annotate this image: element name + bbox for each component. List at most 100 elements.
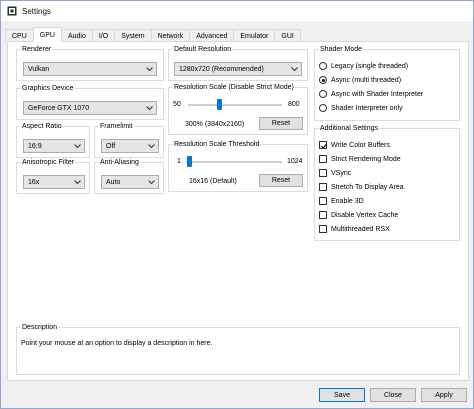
scale-threshold-min: 1 [177, 158, 181, 165]
graphics-device-title: Graphics Device [21, 84, 75, 93]
option-label: Enable 3D [331, 197, 364, 205]
radio-button-selected[interactable] [319, 76, 327, 84]
anti-aliasing-combo[interactable]: Auto [101, 175, 159, 189]
slider-thumb[interactable] [217, 99, 222, 110]
slider-track [188, 104, 282, 106]
option-label: Stretch To Display Area [331, 183, 404, 191]
shader-mode-title: Shader Mode [319, 45, 364, 54]
aspect-ratio-group: Aspect Ratio 16:9 [16, 122, 90, 158]
default-resolution-title: Default Resolution [173, 45, 233, 54]
footer-bar: Save Close Apply [1, 385, 473, 408]
renderer-combo[interactable]: Vulkan [23, 62, 157, 76]
resolution-scale-slider[interactable] [188, 99, 282, 111]
stretch-display-option[interactable]: Stretch To Display Area [319, 183, 404, 191]
strict-rendering-mode-option[interactable]: Strict Rendering Mode [319, 155, 401, 163]
default-resolution-combo[interactable]: 1280x720 (Recommended) [174, 62, 302, 76]
multithreaded-rsx-option[interactable]: Multithreaded RSX [319, 225, 390, 233]
anti-aliasing-value: Auto [106, 178, 121, 186]
anti-aliasing-title: Anti-Aliasing [99, 158, 140, 167]
scale-threshold-reset-button[interactable]: Reset [259, 174, 303, 187]
gpu-panel: Renderer Vulkan Graphics Device GeForce … [7, 41, 469, 381]
chevron-down-icon [74, 180, 81, 185]
resolution-scale-min: 50 [173, 101, 181, 108]
anti-aliasing-group: Anti-Aliasing Auto [94, 158, 164, 194]
title-bar[interactable]: Settings [1, 1, 473, 21]
radio-button[interactable] [319, 62, 327, 70]
scale-threshold-title: Resolution Scale Threshold [173, 140, 261, 149]
option-label: Write Color Buffers [331, 141, 390, 149]
slider-track [186, 161, 282, 163]
framelimit-combo[interactable]: Off [101, 139, 159, 153]
radio-button[interactable] [319, 90, 327, 98]
save-button[interactable]: Save [319, 388, 365, 402]
additional-settings-title: Additional Settings [319, 124, 379, 133]
shader-mode-option-label: Async (multi threaded) [331, 76, 402, 84]
shader-mode-option-label: Async with Shader Interpreter [331, 90, 424, 98]
checkbox[interactable] [319, 211, 327, 219]
resolution-scale-reset-button[interactable]: Reset [259, 117, 303, 130]
aspect-ratio-title: Aspect Ratio [21, 122, 63, 131]
option-label: Multithreaded RSX [331, 225, 390, 233]
checkbox[interactable] [319, 155, 327, 163]
chevron-down-icon [148, 144, 155, 149]
shader-mode-option-async[interactable]: Async (multi threaded) [319, 76, 401, 84]
aspect-ratio-value: 16:9 [28, 142, 42, 150]
default-resolution-group: Default Resolution 1280x720 (Recommended… [168, 45, 308, 81]
resolution-scale-title: Resolution Scale (Disable Strict Mode) [173, 83, 295, 92]
graphics-device-group: Graphics Device GeForce GTX 1070 [16, 84, 164, 120]
tab-gpu[interactable]: GPU [32, 27, 62, 42]
enable-3d-option[interactable]: Enable 3D [319, 197, 364, 205]
framelimit-value: Off [106, 142, 116, 150]
resolution-scale-max: 800 [288, 101, 300, 108]
disable-vertex-cache-option[interactable]: Disable Vertex Cache [319, 211, 398, 219]
chevron-down-icon [291, 67, 298, 72]
shader-mode-option-legacy[interactable]: Legacy (single threaded) [319, 62, 408, 70]
shader-mode-option-label: Shader Interpreter only [331, 104, 403, 112]
anisotropic-combo[interactable]: 16x [23, 175, 85, 189]
shader-mode-option-interpreter-only[interactable]: Shader Interpreter only [319, 104, 403, 112]
resolution-scale-value: 300% (3840x2160) [185, 121, 245, 128]
resolution-scale-group: Resolution Scale (Disable Strict Mode) 5… [168, 83, 308, 135]
chevron-down-icon [74, 144, 81, 149]
tab-bar: CPU GPU Audio I/O System Network Advance… [5, 27, 301, 42]
slider-thumb[interactable] [187, 156, 192, 167]
shader-mode-group: Shader Mode Legacy (single threaded) Asy… [314, 45, 460, 121]
option-label: Disable Vertex Cache [331, 211, 399, 219]
description-group: Description Point your mouse at an optio… [16, 323, 460, 375]
description-title: Description [21, 323, 59, 332]
renderer-group: Renderer Vulkan [16, 45, 164, 81]
vsync-option[interactable]: VSync [319, 169, 351, 177]
checkbox[interactable] [319, 197, 327, 205]
checkbox[interactable] [319, 169, 327, 177]
anisotropic-value: 16x [28, 178, 40, 186]
settings-window: Settings CPU GPU Audio I/O System Networ… [0, 0, 474, 409]
radio-button[interactable] [319, 104, 327, 112]
checkbox-checked[interactable] [319, 141, 328, 149]
checkbox[interactable] [319, 225, 327, 233]
shader-mode-option-async-interpreter[interactable]: Async with Shader Interpreter [319, 90, 423, 98]
apply-button[interactable]: Apply [421, 388, 467, 402]
renderer-value: Vulkan [28, 65, 50, 73]
framelimit-title: Framelimit [99, 122, 134, 131]
additional-settings-group: Additional Settings Write Color Buffers … [314, 124, 460, 241]
settings-app-icon [7, 6, 17, 16]
graphics-device-value: GeForce GTX 1070 [28, 104, 90, 112]
scale-threshold-max: 1024 [287, 158, 303, 165]
checkmark-icon [320, 143, 328, 149]
scale-threshold-value: 16x16 (Default) [189, 178, 237, 185]
write-color-buffers-option[interactable]: Write Color Buffers [319, 141, 390, 149]
shader-mode-option-label: Legacy (single threaded) [331, 62, 409, 70]
option-label: VSync [331, 169, 352, 177]
checkbox[interactable] [319, 183, 327, 191]
description-text: Point your mouse at an option to display… [21, 340, 213, 347]
renderer-title: Renderer [21, 45, 53, 54]
chevron-down-icon [146, 106, 153, 111]
close-button[interactable]: Close [370, 388, 416, 402]
default-resolution-value: 1280x720 (Recommended) [179, 65, 264, 73]
aspect-ratio-combo[interactable]: 16:9 [23, 139, 85, 153]
scale-threshold-slider[interactable] [186, 156, 282, 168]
scale-threshold-group: Resolution Scale Threshold 1 1024 16x16 … [168, 140, 308, 192]
graphics-device-combo[interactable]: GeForce GTX 1070 [23, 101, 157, 115]
anisotropic-title: Anisotropic Filter [21, 158, 76, 167]
chevron-down-icon [146, 67, 153, 72]
